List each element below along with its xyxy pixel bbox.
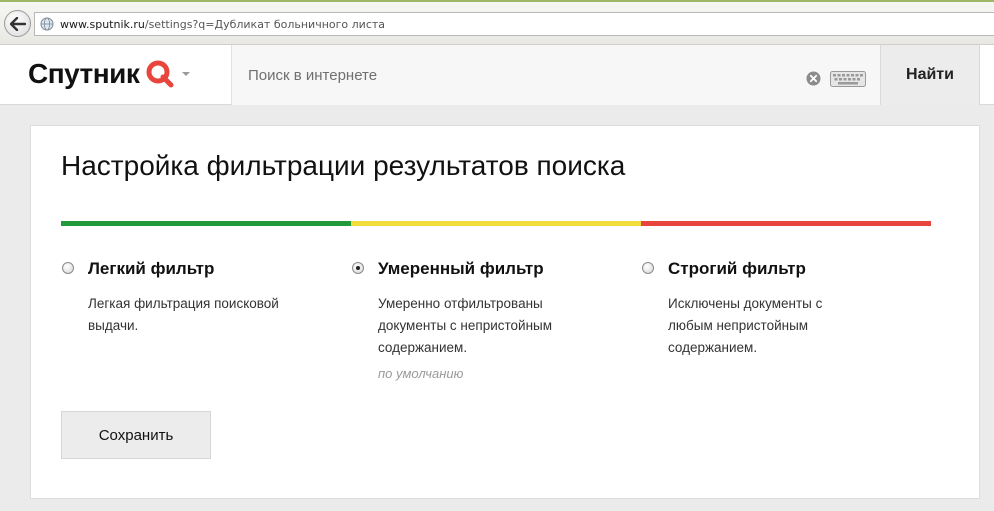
option-title[interactable]: Строгий фильтр — [668, 259, 806, 279]
url-path: /settings?q=Дубликат больничного листа — [144, 17, 386, 31]
severity-bar-green — [61, 221, 351, 226]
save-button[interactable]: Сохранить — [61, 411, 211, 459]
severity-bar — [61, 221, 931, 226]
search-box — [231, 45, 880, 105]
browser-toolbar: www.sputnik.ru/settings?q=Дубликат больн… — [0, 0, 994, 45]
option-description: Умеренно отфильтрованы документы с непри… — [378, 296, 553, 355]
sputnik-logo[interactable]: Спутник — [28, 59, 191, 89]
filter-settings-card: Настройка фильтрации результатов поиска … — [30, 125, 980, 499]
radio-moderate[interactable] — [352, 262, 364, 274]
chevron-down-icon[interactable] — [181, 71, 191, 77]
find-button[interactable]: Найти — [880, 45, 980, 105]
sputnik-logo-icon — [146, 60, 174, 88]
back-button[interactable] — [4, 10, 31, 37]
url-text: www.sputnik.ru/settings?q=Дубликат больн… — [60, 18, 385, 31]
radio-strict[interactable] — [642, 262, 654, 274]
url-host: www.sputnik.ru — [60, 17, 145, 31]
keyboard-icon[interactable] — [830, 71, 866, 87]
logo-text: Спутник — [28, 58, 140, 89]
address-bar[interactable]: www.sputnik.ru/settings?q=Дубликат больн… — [34, 12, 994, 36]
option-title[interactable]: Умеренный фильтр — [378, 259, 544, 279]
severity-bar-red — [641, 221, 931, 226]
default-note: по умолчанию — [378, 366, 464, 381]
search-input[interactable] — [246, 65, 806, 85]
option-description: Исключены документы с любым непристойным… — [668, 296, 823, 355]
back-arrow-icon — [9, 16, 26, 31]
radio-light[interactable] — [62, 262, 74, 274]
globe-icon — [40, 17, 54, 31]
severity-bar-yellow — [351, 221, 641, 226]
option-title[interactable]: Легкий фильтр — [88, 259, 214, 279]
page-title: Настройка фильтрации результатов поиска — [61, 150, 626, 181]
clear-icon[interactable] — [806, 71, 821, 86]
site-header: Спутник Найти — [0, 45, 994, 105]
option-description: Легкая фильтрация поисковой выдачи. — [88, 296, 279, 333]
